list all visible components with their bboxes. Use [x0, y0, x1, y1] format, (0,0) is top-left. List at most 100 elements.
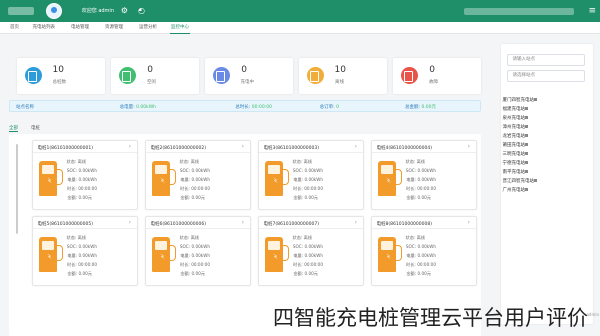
chevron-icon[interactable]: › — [468, 143, 470, 150]
chevron-icon[interactable]: › — [129, 143, 131, 150]
tree-item[interactable]: 南平充电站 — [503, 168, 583, 177]
tree-item[interactable]: 厦门四智充电站 — [503, 96, 583, 105]
stat-value: 0 — [241, 65, 247, 75]
stat-label: 离线 — [335, 80, 344, 85]
tab-station-manage[interactable]: 电站管理 — [68, 24, 92, 32]
pile-soc: SOC: 0.00kWh — [293, 244, 324, 249]
pile-header: 电桩5(86101000000005) › — [33, 217, 137, 229]
summary-station: 站点名称 — [16, 105, 34, 110]
pile-status: 状态: 离线 — [406, 235, 426, 240]
tab-analytics[interactable]: 运营分析 — [136, 24, 160, 32]
station-tree: 厦门四智充电站 福建充电站 泉州充电站 漳州充电站 龙岩充电站 莆田充电站 三明… — [503, 96, 583, 195]
tree-item[interactable]: 漳州充电站 — [503, 123, 583, 132]
tree-item[interactable]: 福建充电站 — [503, 105, 583, 114]
pile-card[interactable]: 电桩8(86101000000008) › 状态: 离线 SOC: 0.00kWh 电量… — [371, 216, 477, 286]
pile-header: 电桩6(86101000000006) › — [146, 217, 250, 229]
tree-item[interactable]: 宁德充电站 — [503, 159, 583, 168]
hose-icon — [170, 245, 176, 261]
chevron-icon[interactable]: › — [242, 143, 244, 150]
charger-icon — [378, 161, 396, 196]
pile-power: 电量: 0.00kWh — [293, 253, 323, 258]
pile-time: 时长: 00:00:00 — [293, 186, 323, 191]
pile-title: 电桩7(86101000000007) — [264, 222, 320, 227]
pile-status: 状态: 离线 — [293, 235, 313, 240]
pile-card[interactable]: 电桩3(86101000000003) › 状态: 离线 SOC: 0.00kWh 电量… — [258, 140, 364, 210]
sub-tab-bar: 全部 电桩 — [9, 124, 481, 134]
stat-icon — [401, 67, 418, 84]
charger-icon — [265, 237, 283, 272]
summary-orders: 总订单: 0 — [320, 105, 340, 110]
chevron-icon[interactable]: › — [129, 219, 131, 226]
charger-icon — [39, 237, 57, 272]
station-filter-select[interactable]: 请选择站点 — [507, 70, 585, 82]
pile-time: 时长: 00:00:00 — [293, 262, 323, 267]
pile-soc: SOC: 0.00kWh — [67, 168, 98, 173]
stat-label: 故障 — [429, 80, 438, 85]
pile-card[interactable]: 电桩7(86101000000007) › 状态: 离线 SOC: 0.00kWh 电量… — [258, 216, 364, 286]
pile-status: 状态: 离线 — [180, 235, 200, 240]
scrollbar[interactable] — [16, 144, 18, 234]
tree-item[interactable]: 莆田充电站 — [503, 141, 583, 150]
chevron-icon[interactable]: › — [468, 219, 470, 226]
charger-icon — [152, 237, 170, 272]
pile-card[interactable]: 电桩5(86101000000005) › 状态: 离线 SOC: 0.00kWh 电量… — [32, 216, 138, 286]
pile-status: 状态: 离线 — [67, 235, 87, 240]
pile-title: 电桩2(86101000000002) — [151, 146, 207, 151]
sub-tab-pile[interactable]: 电桩 — [31, 125, 40, 131]
pile-soc: SOC: 0.00kWh — [406, 244, 437, 249]
pile-header: 电桩1(86101000000001) › — [33, 141, 137, 153]
pile-time: 时长: 00:00:00 — [67, 186, 97, 191]
pile-amount: 金额: 0.00元 — [67, 195, 92, 200]
stat-value: 0 — [147, 65, 153, 75]
chevron-icon[interactable]: › — [242, 219, 244, 226]
stat-card: 0 充电中 — [205, 58, 293, 94]
pile-status: 状态: 离线 — [406, 159, 426, 164]
charger-icon — [152, 161, 170, 196]
pile-header: 电桩7(86101000000007) › — [259, 217, 363, 229]
settings-icon[interactable]: ⚙ — [121, 6, 128, 15]
hose-icon — [396, 169, 402, 185]
stat-value: 10 — [53, 65, 65, 75]
summary-bar: 站点名称 总电量: 0.00kWh 总时长: 00:00:00 总订单: 0 总… — [9, 100, 481, 112]
pile-card[interactable]: 电桩6(86101000000006) › 状态: 离线 SOC: 0.00kWh 电量… — [145, 216, 251, 286]
station-sidebar: 请输入站点 请选择站点 厦门四智充电站 福建充电站 泉州充电站 漳州充电站 龙岩… — [501, 44, 593, 324]
tab-monitor[interactable]: 监控中心 — [168, 24, 192, 32]
tree-item[interactable]: 龙岩充电站 — [503, 132, 583, 141]
logo — [8, 7, 34, 15]
pile-card[interactable]: 电桩2(86101000000002) › 状态: 离线 SOC: 0.00kWh 电量… — [145, 140, 251, 210]
pile-card[interactable]: 电桩4(86101000000004) › 状态: 离线 SOC: 0.00kWh 电量… — [371, 140, 477, 210]
pile-power: 电量: 0.00kWh — [406, 177, 436, 182]
pile-soc: SOC: 0.00kWh — [293, 168, 324, 173]
hose-icon — [283, 169, 289, 185]
charger-icon — [378, 237, 396, 272]
summary-power: 总电量: 0.00kWh — [120, 105, 157, 110]
chevron-icon[interactable]: › — [355, 219, 357, 226]
pile-card[interactable]: 电桩1(86101000000001) › 状态: 离线 SOC: 0.00kWh 电量… — [32, 140, 138, 210]
pile-time: 时长: 00:00:00 — [406, 186, 436, 191]
station-search-input[interactable]: 请输入站点 — [507, 54, 585, 66]
pile-header: 电桩3(86101000000003) › — [259, 141, 363, 153]
pile-amount: 金额: 0.00元 — [67, 271, 92, 276]
pile-amount: 金额: 0.00元 — [293, 195, 318, 200]
tree-item[interactable]: 广州充电站 — [503, 186, 583, 195]
chevron-icon[interactable]: › — [355, 143, 357, 150]
pile-time: 时长: 00:00:00 — [406, 262, 436, 267]
hose-icon — [283, 245, 289, 261]
pile-title: 电桩8(86101000000008) — [377, 222, 433, 227]
tab-home[interactable]: 首页 — [7, 24, 22, 32]
stat-label: 总桩数 — [53, 80, 67, 85]
tab-resource-manage[interactable]: 资源管理 — [102, 24, 126, 32]
stat-value: 0 — [429, 65, 435, 75]
bell-icon[interactable]: ◔ — [138, 6, 145, 15]
pile-title: 电桩1(86101000000001) — [38, 146, 94, 151]
tree-item[interactable]: 晋江四智充电站 — [503, 177, 583, 186]
menu-icon[interactable]: ≡ — [588, 6, 596, 16]
pile-header: 电桩2(86101000000002) › — [146, 141, 250, 153]
tab-station-list[interactable]: 充电站列表 — [30, 24, 59, 32]
sub-tab-all[interactable]: 全部 — [9, 125, 18, 132]
avatar[interactable] — [46, 3, 62, 19]
pile-amount: 金额: 0.00元 — [293, 271, 318, 276]
tree-item[interactable]: 泉州充电站 — [503, 114, 583, 123]
stat-card: 10 总桩数 — [17, 58, 105, 94]
tree-item[interactable]: 三明充电站 — [503, 150, 583, 159]
